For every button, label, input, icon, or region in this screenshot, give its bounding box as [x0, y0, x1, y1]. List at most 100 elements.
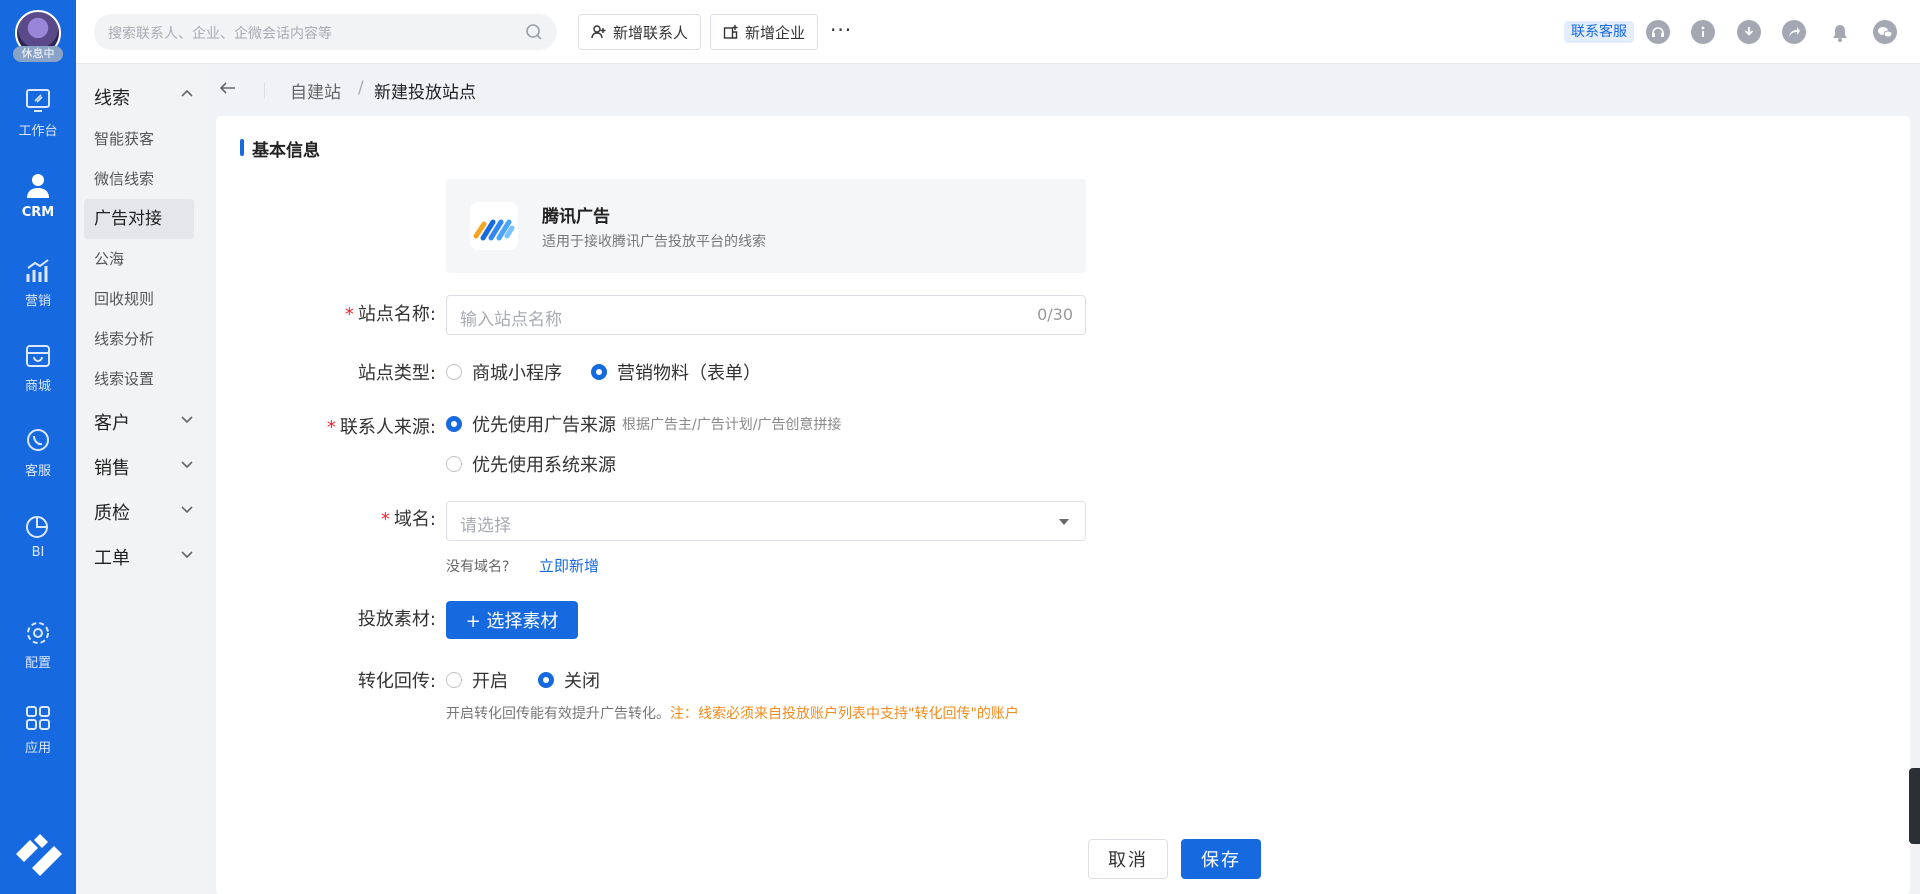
add-contact-button[interactable]: 新增联系人	[578, 14, 702, 50]
radio-checked-icon[interactable]	[591, 364, 607, 380]
nav-item-public-pool[interactable]: 公海	[84, 239, 194, 279]
radio-icon[interactable]	[446, 672, 462, 688]
caret-down-icon	[1059, 519, 1069, 525]
global-search[interactable]: 搜索联系人、企业、企微会话内容等	[94, 14, 557, 50]
domain-select[interactable]: 请选择	[446, 501, 1086, 541]
brand-logo-icon	[16, 834, 62, 876]
cancel-button[interactable]: 取消	[1088, 839, 1168, 879]
rail-item-workbench[interactable]: 工作台	[0, 88, 76, 158]
add-company-button[interactable]: 新增企业	[710, 14, 819, 50]
rail-item-marketing[interactable]: 营销	[0, 258, 76, 328]
domain-placeholder: 请选择	[460, 516, 511, 536]
nav-group-quality-check[interactable]: 质检	[94, 499, 194, 525]
breadcrumb: 自建站 / 新建投放站点	[206, 64, 1920, 116]
add-company-label: 新增企业	[745, 23, 806, 42]
radio-icon[interactable]	[446, 456, 462, 472]
contact-source-option-system[interactable]: 优先使用系统来源	[446, 451, 616, 477]
info-icon[interactable]	[1691, 20, 1715, 44]
add-contact-label: 新增联系人	[613, 23, 689, 42]
section-title: 基本信息	[240, 136, 320, 161]
domain-label: * 域名:	[380, 509, 436, 530]
rail-label: 商城	[24, 379, 51, 394]
conversion-option-on[interactable]: 开启	[446, 667, 508, 693]
chat-phone-icon	[27, 429, 49, 451]
share-icon[interactable]	[1782, 20, 1806, 44]
site-type-option-marketing-form[interactable]: 营销物料（表单）	[591, 359, 761, 385]
person-icon	[27, 174, 49, 198]
gear-icon	[27, 622, 49, 644]
radio-icon[interactable]	[446, 364, 462, 380]
add-person-icon	[591, 25, 606, 39]
contact-source-label: * 联系人来源:	[326, 417, 436, 438]
radio-checked-icon[interactable]	[446, 416, 462, 432]
conversion-warning: 注：线索必须来自投放账户列表中支持"转化回传"的账户	[670, 706, 1019, 722]
chevron-down-icon	[181, 506, 193, 514]
floating-side-widget[interactable]	[1909, 768, 1920, 844]
nav-group-leads[interactable]: 线索	[94, 84, 194, 110]
secondary-sidebar: 线索 智能获客 微信线索 广告对接 公海 回收规则 线索分析 线索设置 客户 销…	[76, 64, 206, 894]
rail-item-apps[interactable]: 应用	[0, 705, 76, 775]
conversion-option-off[interactable]: 关闭	[538, 667, 600, 693]
save-button[interactable]: 保存	[1181, 839, 1261, 879]
chevron-down-icon	[181, 551, 193, 559]
status-badge: 休息中	[13, 46, 63, 62]
search-icon[interactable]	[525, 23, 543, 41]
rail-label: BI	[31, 545, 45, 560]
workbench-icon	[26, 89, 50, 112]
rail-item-config[interactable]: 配置	[0, 620, 76, 690]
nav-item-lead-analysis[interactable]: 线索分析	[84, 319, 194, 359]
breadcrumb-separator: /	[358, 78, 364, 98]
divider	[264, 83, 265, 99]
chevron-down-icon	[181, 416, 193, 424]
conversion-label: 转化回传:	[357, 671, 436, 692]
site-type-option-mini-program[interactable]: 商城小程序	[446, 359, 562, 385]
back-arrow-icon[interactable]	[218, 78, 238, 98]
nav-item-recycle-rules[interactable]: 回收规则	[84, 279, 194, 319]
marketing-chart-icon	[26, 259, 49, 282]
rail-item-bi[interactable]: BI	[0, 513, 76, 583]
nav-group-tickets[interactable]: 工单	[94, 544, 194, 570]
contact-source-option-ad[interactable]: 优先使用广告来源 根据广告主/广告计划/广告创意拼接	[446, 411, 841, 437]
headset-icon[interactable]	[1646, 20, 1670, 44]
select-material-button[interactable]: + 选择素材	[446, 601, 578, 639]
rail-label: 客服	[24, 464, 51, 479]
search-input[interactable]: 搜索联系人、企业、企微会话内容等	[108, 23, 332, 43]
rail-label: 配置	[24, 656, 51, 671]
pie-chart-icon	[26, 516, 48, 538]
contact-service-button[interactable]: 联系客服	[1564, 21, 1634, 43]
download-icon[interactable]	[1737, 20, 1761, 44]
rail-item-crm[interactable]: CRM	[0, 173, 76, 243]
rail-label: 应用	[24, 741, 51, 756]
material-label: 投放素材:	[357, 609, 436, 630]
nav-group-label: 质检	[94, 503, 130, 524]
wechat-icon[interactable]	[1873, 20, 1897, 44]
breadcrumb-parent[interactable]: 自建站	[290, 78, 341, 103]
add-domain-link[interactable]: 立即新增	[539, 555, 599, 576]
platform-name: 腾讯广告	[542, 207, 610, 227]
nav-item-ad-integration[interactable]: 广告对接	[84, 199, 194, 239]
nav-group-customers[interactable]: 客户	[94, 409, 194, 435]
chevron-down-icon	[181, 461, 193, 469]
nav-group-label: 线索	[94, 88, 130, 109]
form-card: 基本信息 腾讯广告 适用于接收腾讯广告投放平台的线索 * 站点名称: 输入站点名称…	[216, 116, 1910, 894]
platform-description: 适用于接收腾讯广告投放平台的线索	[542, 234, 766, 250]
more-menu-icon[interactable]: ···	[830, 18, 852, 42]
user-avatar[interactable]: 休息中	[13, 10, 63, 64]
site-name-input[interactable]: 输入站点名称 0/30	[446, 295, 1086, 335]
store-icon	[26, 345, 50, 367]
nav-group-sales[interactable]: 销售	[94, 454, 194, 480]
contact-source-hint: 根据广告主/广告计划/广告创意拼接	[622, 417, 842, 433]
site-type-label: 站点类型:	[357, 363, 436, 384]
breadcrumb-current: 新建投放站点	[374, 83, 476, 103]
nav-item-smart-acquisition[interactable]: 智能获客	[84, 119, 194, 159]
bell-icon[interactable]	[1828, 20, 1852, 44]
radio-checked-icon[interactable]	[538, 672, 554, 688]
add-building-icon	[723, 25, 738, 39]
nav-item-wechat-leads[interactable]: 微信线索	[84, 159, 194, 199]
no-domain-text: 没有域名?	[446, 559, 510, 575]
left-rail: 休息中 工作台 CRM 营销 商城 客服 BI 配置 应用	[0, 0, 76, 894]
rail-item-store[interactable]: 商城	[0, 343, 76, 413]
nav-item-lead-settings[interactable]: 线索设置	[84, 359, 194, 399]
site-name-placeholder: 输入站点名称	[460, 310, 562, 330]
rail-item-service[interactable]: 客服	[0, 428, 76, 498]
